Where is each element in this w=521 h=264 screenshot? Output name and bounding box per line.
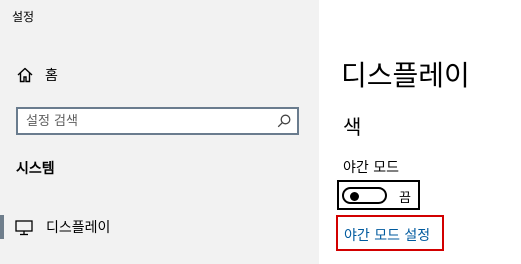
window-title: 설정 — [12, 10, 35, 24]
search-input[interactable] — [18, 109, 273, 133]
night-light-toggle-focus-frame[interactable]: 끔 — [337, 180, 420, 210]
main-content: 디스플레이 색 야간 모드 끔 야간 모드 설정 — [319, 0, 521, 264]
sidebar: 설정 홈 시스템 디스플레이 — [0, 0, 319, 264]
search-box[interactable] — [16, 107, 299, 135]
search-icon[interactable] — [276, 113, 292, 129]
toggle-knob — [350, 191, 359, 201]
home-icon — [17, 67, 33, 83]
night-light-toggle[interactable] — [342, 187, 387, 204]
night-light-settings-link[interactable]: 야간 모드 설정 — [344, 225, 430, 245]
sidebar-item-display[interactable]: 디스플레이 — [0, 212, 319, 242]
color-section-heading: 색 — [343, 115, 362, 139]
page-title: 디스플레이 — [341, 59, 470, 92]
night-light-label: 야간 모드 — [343, 160, 399, 176]
selected-indicator — [0, 215, 4, 239]
sidebar-item-label: 디스플레이 — [46, 220, 111, 236]
system-section-heading: 시스템 — [16, 161, 55, 177]
night-light-settings-highlight: 야간 모드 설정 — [336, 215, 444, 251]
home-nav-item[interactable]: 홈 — [0, 60, 319, 90]
monitor-icon — [15, 220, 33, 236]
home-label: 홈 — [45, 68, 58, 84]
toggle-state-label: 끔 — [399, 191, 411, 206]
